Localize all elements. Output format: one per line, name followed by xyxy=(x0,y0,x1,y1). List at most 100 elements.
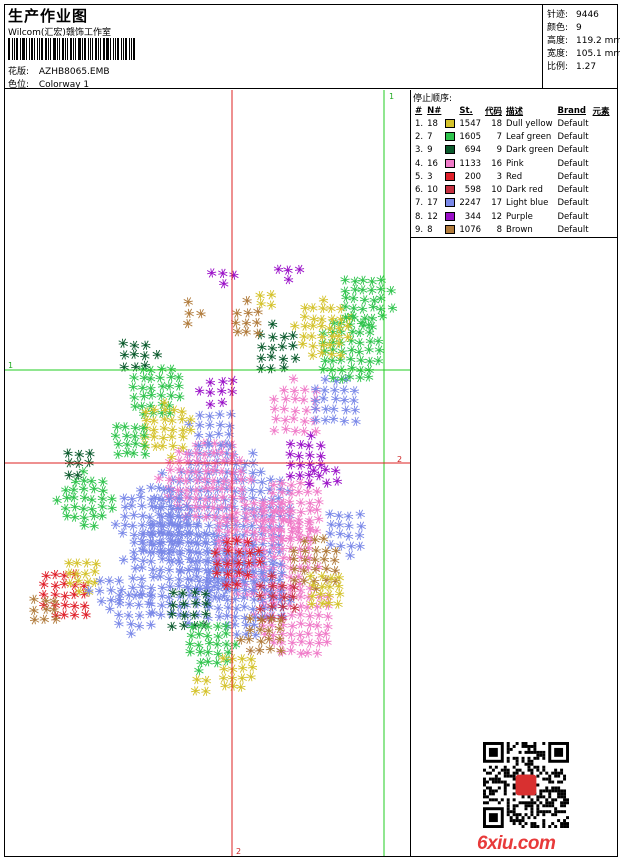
stitch-cross xyxy=(339,416,350,426)
barcode-bar xyxy=(67,38,68,60)
stitch-cross xyxy=(213,429,224,439)
colorway-value: Colorway 1 xyxy=(38,80,90,90)
stitch-cross xyxy=(320,465,331,475)
production-worksheet: 生产作业图 Wilcom(汇宏)赣饰工作室 花版: AZHB8065.EMB 色… xyxy=(4,4,620,857)
stitch-cross xyxy=(300,385,310,395)
stitch-cross xyxy=(193,430,204,440)
stitch-cross xyxy=(79,520,89,530)
stitch-cross xyxy=(330,385,340,395)
stitch-cross xyxy=(141,340,151,350)
row-stitch-count: 598 xyxy=(464,185,482,196)
colorway-row: 色位: Colorway 1 xyxy=(8,77,89,90)
stitch-cross xyxy=(129,510,139,520)
stitch-cross xyxy=(354,327,365,338)
color-swatch xyxy=(445,211,456,221)
row-index: 8. xyxy=(415,211,424,222)
stitch-cross xyxy=(114,618,124,629)
stitch-cross xyxy=(167,415,177,426)
stitch-cross xyxy=(318,295,329,305)
design-value: AZHB8065.EMB xyxy=(38,67,110,77)
stitch-cross xyxy=(64,558,74,568)
stitch-cross xyxy=(345,354,356,364)
stitch-cross xyxy=(308,341,318,352)
stitch-cross xyxy=(205,420,215,430)
stitch-cross xyxy=(349,395,359,406)
stitch-cross xyxy=(123,610,134,621)
stitch-cross xyxy=(39,579,49,590)
stitch-cross xyxy=(346,541,356,551)
stitch-cross xyxy=(130,401,140,412)
stitch-cross xyxy=(137,501,147,511)
row-needle: 8 xyxy=(427,225,433,236)
row-description: Pink xyxy=(506,158,524,169)
stitch-cross xyxy=(324,581,335,592)
row-needle: 16 xyxy=(427,158,438,169)
stitch-cross xyxy=(29,615,40,625)
qr-logo xyxy=(515,774,537,796)
row-brand: Default xyxy=(557,185,589,196)
stitch-cross xyxy=(177,407,187,417)
stitch-cross xyxy=(325,528,336,539)
barcode-bar xyxy=(75,38,76,60)
barcode-bar xyxy=(92,38,93,60)
stitch-cross xyxy=(242,295,252,306)
stitch-cross xyxy=(266,300,277,310)
row-needle: 10 xyxy=(427,185,438,196)
stitch-cross xyxy=(280,415,291,425)
stitch-cross xyxy=(305,450,315,461)
stitch-pattern xyxy=(29,264,398,697)
stitch-cross xyxy=(201,675,212,686)
stitch-cross xyxy=(271,414,281,424)
stitch-cross xyxy=(311,426,321,437)
stitch-cross xyxy=(318,533,329,544)
stitch-cross xyxy=(232,327,243,337)
stitch-cross xyxy=(78,504,89,514)
stitch-cross xyxy=(118,338,128,348)
stat-value: 1.27 xyxy=(576,62,597,72)
company-name: Wilcom(汇宏)赣饰工作室 xyxy=(8,28,111,38)
stitch-cross xyxy=(149,425,159,435)
row-code: 16 xyxy=(491,158,503,169)
stitch-cross xyxy=(129,372,139,383)
row-needle: 18 xyxy=(427,118,438,129)
stitch-cross xyxy=(205,399,216,410)
stitch-cross xyxy=(266,290,277,300)
stitch-cross xyxy=(279,385,289,395)
barcode-bar xyxy=(31,38,33,60)
stitch-cross xyxy=(122,448,132,458)
stat-value: 9 xyxy=(576,23,582,33)
row-code: 7 xyxy=(496,131,503,142)
row-needle: 9 xyxy=(427,145,433,156)
barcode-bar xyxy=(8,38,10,60)
stitch-cross xyxy=(265,644,276,654)
barcode-bar xyxy=(48,38,49,60)
stitch-cross xyxy=(80,569,91,579)
stitch-cross xyxy=(127,494,137,504)
col-element: 元素 xyxy=(592,106,610,117)
stitch-cross xyxy=(146,556,156,567)
stitch-cross xyxy=(283,265,293,275)
color-swatch xyxy=(445,171,456,181)
stitch-cross xyxy=(279,332,290,342)
row-element xyxy=(591,144,612,157)
stitch-cross xyxy=(146,482,156,493)
stitch-cross xyxy=(129,349,139,359)
stitch-cross xyxy=(74,449,85,460)
qr-code xyxy=(483,742,569,828)
stitch-cross xyxy=(128,521,138,531)
stitch-cross xyxy=(146,620,156,630)
stitch-cross xyxy=(221,639,232,650)
stitch-cross xyxy=(114,610,124,620)
stitch-cross xyxy=(266,351,277,362)
design-label: 花版: xyxy=(8,67,30,77)
stitch-cross xyxy=(306,430,316,441)
stitch-cross xyxy=(285,439,296,449)
stitch-cross xyxy=(312,620,323,631)
stitch-cross xyxy=(330,466,341,476)
stitch-cross xyxy=(374,345,385,355)
stitch-cross xyxy=(128,583,138,593)
row-index: 7. xyxy=(415,198,424,209)
stitch-cross xyxy=(296,439,306,450)
stitch-cross xyxy=(149,431,159,442)
barcode-bar xyxy=(113,38,114,60)
